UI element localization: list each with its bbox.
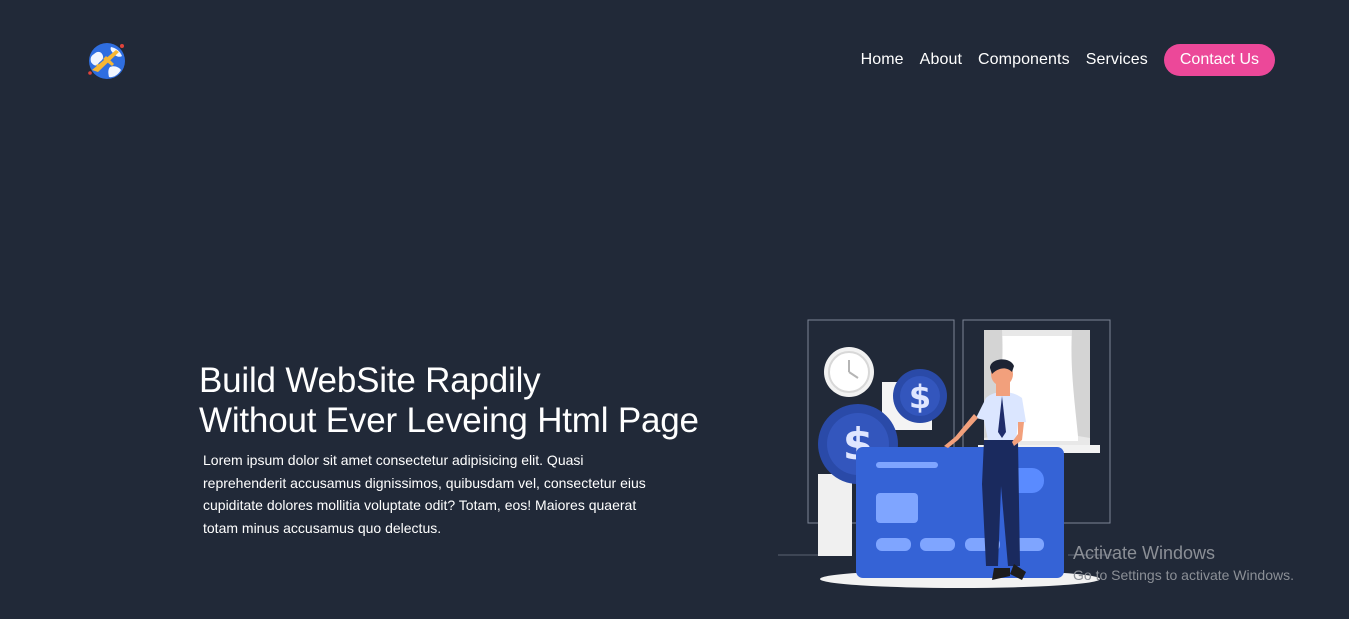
windows-activation-watermark: Activate Windows Go to Settings to activ…: [1073, 542, 1294, 584]
main-nav: Home About Components Services Contact U…: [861, 44, 1275, 76]
watermark-title: Activate Windows: [1073, 543, 1216, 563]
nav-services-link[interactable]: Services: [1086, 51, 1148, 69]
nav-about-link[interactable]: About: [920, 51, 962, 69]
credit-card-man-illustration: $ $: [778, 319, 1114, 588]
contact-us-button[interactable]: Contact Us: [1163, 44, 1275, 76]
watermark-subtitle: Go to Settings to activate Windows.: [1073, 567, 1294, 583]
hero-title: Build WebSite Rapdily Without Ever Levei…: [199, 361, 759, 441]
nav-components-link[interactable]: Components: [978, 51, 1070, 69]
svg-text:$: $: [909, 378, 931, 416]
hero-description: Lorem ipsum dolor sit amet consectetur a…: [203, 452, 646, 536]
landing-page: Home About Components Services Contact U…: [0, 0, 1349, 619]
nav-home-link[interactable]: Home: [861, 51, 904, 69]
hero-title-line-1: Build WebSite Rapdily: [199, 361, 541, 400]
hero-title-line-2: Without Ever Leveing Html Page: [199, 401, 699, 440]
globe-airplane-icon[interactable]: [86, 40, 128, 80]
